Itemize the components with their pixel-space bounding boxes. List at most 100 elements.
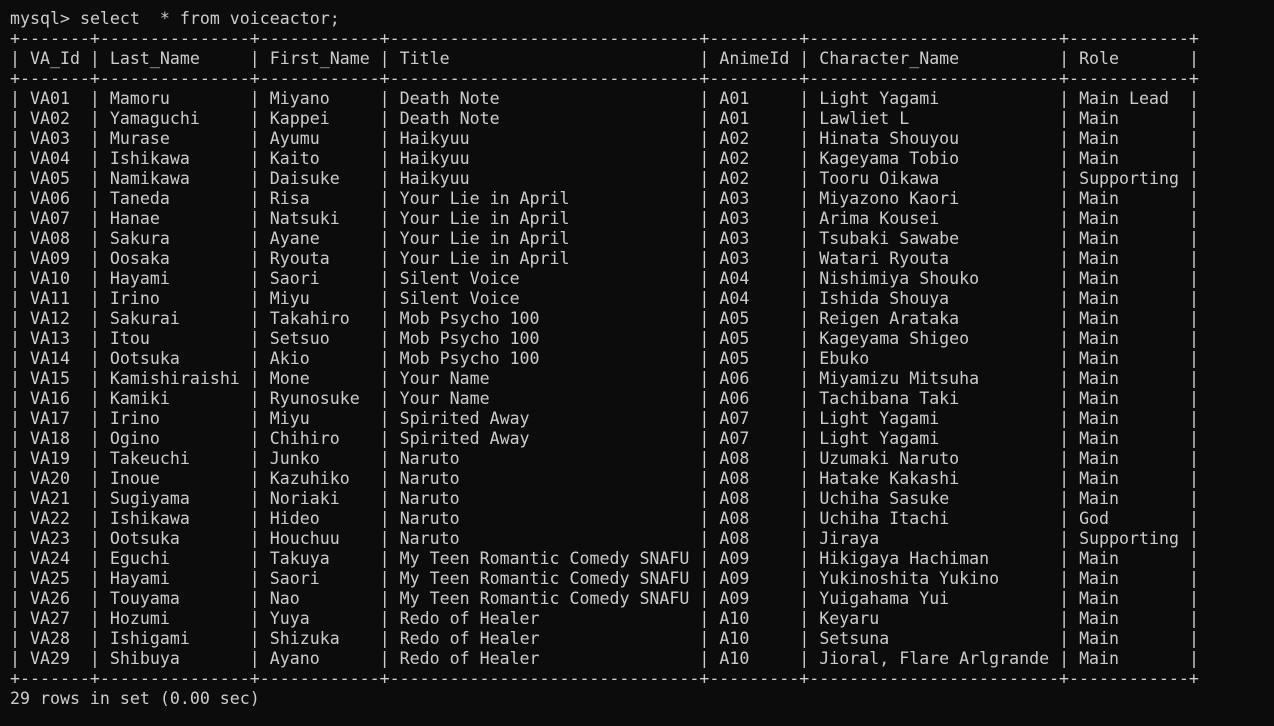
table-cell: VA01 bbox=[29, 89, 70, 108]
table-cell: My Teen Romantic Comedy SNAFU bbox=[399, 569, 690, 588]
table-row: | VA26 | Touyama | Nao | My Teen Romanti… bbox=[10, 589, 1199, 608]
table-cell: Silent Voice bbox=[399, 289, 520, 308]
table-cell: Kamishiraishi bbox=[109, 369, 240, 388]
table-cell: Kageyama Tobio bbox=[819, 149, 960, 168]
table-cell: Main bbox=[1079, 389, 1120, 408]
table-cell: Main bbox=[1079, 469, 1120, 488]
table-cell: Sakura bbox=[109, 229, 170, 248]
table-cell: Touyama bbox=[109, 589, 180, 608]
table-cell: Takuya bbox=[269, 549, 330, 568]
table-cell: Your Name bbox=[399, 369, 490, 388]
table-cell: Main bbox=[1079, 329, 1120, 348]
table-cell: VA26 bbox=[29, 589, 70, 608]
table-cell: A08 bbox=[719, 489, 750, 508]
table-cell: Ayane bbox=[269, 229, 320, 248]
table-cell: Kappei bbox=[269, 109, 330, 128]
table-cell: Itou bbox=[109, 329, 150, 348]
table-cell: Ryunosuke bbox=[269, 389, 360, 408]
table-cell: Shibuya bbox=[109, 649, 180, 668]
table-row: | VA14 | Ootsuka | Akio | Mob Psycho 100… bbox=[10, 349, 1199, 368]
table-cell: A02 bbox=[719, 149, 750, 168]
table-cell: Main bbox=[1079, 489, 1120, 508]
table-cell: Main bbox=[1079, 309, 1120, 328]
table-cell: VA25 bbox=[29, 569, 70, 588]
table-cell: Oosaka bbox=[109, 249, 170, 268]
table-cell: VA10 bbox=[29, 269, 70, 288]
table-cell: Main bbox=[1079, 289, 1120, 308]
table-cell: VA08 bbox=[29, 229, 70, 248]
table-cell: A03 bbox=[719, 209, 750, 228]
table-cell: Tsubaki Sawabe bbox=[819, 229, 960, 248]
table-header-row: | VA_Id | Last_Name | First_Name | Title… bbox=[10, 49, 1199, 68]
table-cell: Nishimiya Shouko bbox=[819, 269, 980, 288]
table-cell: A02 bbox=[719, 129, 750, 148]
table-cell: A08 bbox=[719, 469, 750, 488]
table-row: | VA17 | Irino | Miyu | Spirited Away | … bbox=[10, 409, 1199, 428]
table-border-header: +-------+---------------+------------+--… bbox=[10, 69, 1199, 88]
table-row: | VA22 | Ishikawa | Hideo | Naruto | A08… bbox=[10, 509, 1199, 528]
table-cell: VA13 bbox=[29, 329, 70, 348]
column-header: VA_Id bbox=[29, 49, 80, 68]
table-cell: A04 bbox=[719, 289, 750, 308]
table-cell: Natsuki bbox=[269, 209, 340, 228]
table-cell: Kazuhiko bbox=[269, 469, 350, 488]
table-cell: Main bbox=[1079, 149, 1120, 168]
table-cell: Hinata Shouyou bbox=[819, 129, 960, 148]
table-cell: Main bbox=[1079, 129, 1120, 148]
table-cell: Hayami bbox=[109, 269, 170, 288]
table-cell: Uchiha Itachi bbox=[819, 509, 950, 528]
table-cell: Haikyuu bbox=[399, 169, 470, 188]
sql-command: select * from voiceactor; bbox=[79, 9, 340, 28]
table-cell: Main Lead bbox=[1079, 89, 1169, 108]
table-cell: Naruto bbox=[399, 509, 460, 528]
table-cell: Hatake Kakashi bbox=[819, 469, 960, 488]
table-cell: VA29 bbox=[29, 649, 70, 668]
terminal-output[interactable]: mysql> select * from voiceactor; +-------… bbox=[10, 9, 1199, 709]
table-cell: Miyamizu Mitsuha bbox=[819, 369, 980, 388]
table-cell: Noriaki bbox=[269, 489, 340, 508]
table-cell: Miyu bbox=[269, 409, 310, 428]
table-cell: Your Lie in April bbox=[399, 249, 570, 268]
table-cell: Redo of Healer bbox=[399, 649, 540, 668]
table-row: | VA03 | Murase | Ayumu | Haikyuu | A02 … bbox=[10, 129, 1199, 148]
table-cell: Main bbox=[1079, 549, 1120, 568]
table-cell: Saori bbox=[269, 269, 320, 288]
table-cell: Kageyama Shigeo bbox=[819, 329, 970, 348]
table-cell: Taneda bbox=[109, 189, 170, 208]
table-cell: Kaito bbox=[269, 149, 320, 168]
table-row: | VA13 | Itou | Setsuo | Mob Psycho 100 … bbox=[10, 329, 1199, 348]
table-cell: Supporting bbox=[1079, 169, 1179, 188]
table-cell: VA06 bbox=[29, 189, 70, 208]
table-cell: Jiraya bbox=[819, 529, 880, 548]
table-cell: Ootsuka bbox=[109, 529, 180, 548]
table-cell: Irino bbox=[109, 289, 160, 308]
table-border-top: +-------+---------------+------------+--… bbox=[10, 29, 1199, 48]
table-cell: Arima Kousei bbox=[819, 209, 940, 228]
table-cell: VA02 bbox=[29, 109, 70, 128]
table-cell: Mob Psycho 100 bbox=[399, 349, 540, 368]
table-cell: Naruto bbox=[399, 449, 460, 468]
table-cell: Keyaru bbox=[819, 609, 880, 628]
table-cell: Naruto bbox=[399, 529, 460, 548]
table-cell: VA27 bbox=[29, 609, 70, 628]
table-cell: A08 bbox=[719, 509, 750, 528]
table-row: | VA25 | Hayami | Saori | My Teen Romant… bbox=[10, 569, 1199, 588]
table-cell: Setsuo bbox=[269, 329, 330, 348]
table-cell: Ayumu bbox=[269, 129, 320, 148]
table-row: | VA24 | Eguchi | Takuya | My Teen Roman… bbox=[10, 549, 1199, 568]
table-cell: Mob Psycho 100 bbox=[399, 309, 540, 328]
table-cell: A04 bbox=[719, 269, 750, 288]
table-cell: Main bbox=[1079, 209, 1120, 228]
table-cell: Yuya bbox=[269, 609, 310, 628]
table-cell: Main bbox=[1079, 629, 1120, 648]
table-cell: A06 bbox=[719, 389, 750, 408]
table-cell: A05 bbox=[719, 309, 750, 328]
table-cell: VA21 bbox=[29, 489, 70, 508]
table-cell: Haikyuu bbox=[399, 149, 470, 168]
table-cell: VA12 bbox=[29, 309, 70, 328]
table-cell: Eguchi bbox=[109, 549, 170, 568]
table-cell: Light Yagami bbox=[819, 429, 940, 448]
table-cell: Lawliet L bbox=[819, 109, 910, 128]
table-cell: Main bbox=[1079, 409, 1120, 428]
table-cell: VA23 bbox=[29, 529, 70, 548]
